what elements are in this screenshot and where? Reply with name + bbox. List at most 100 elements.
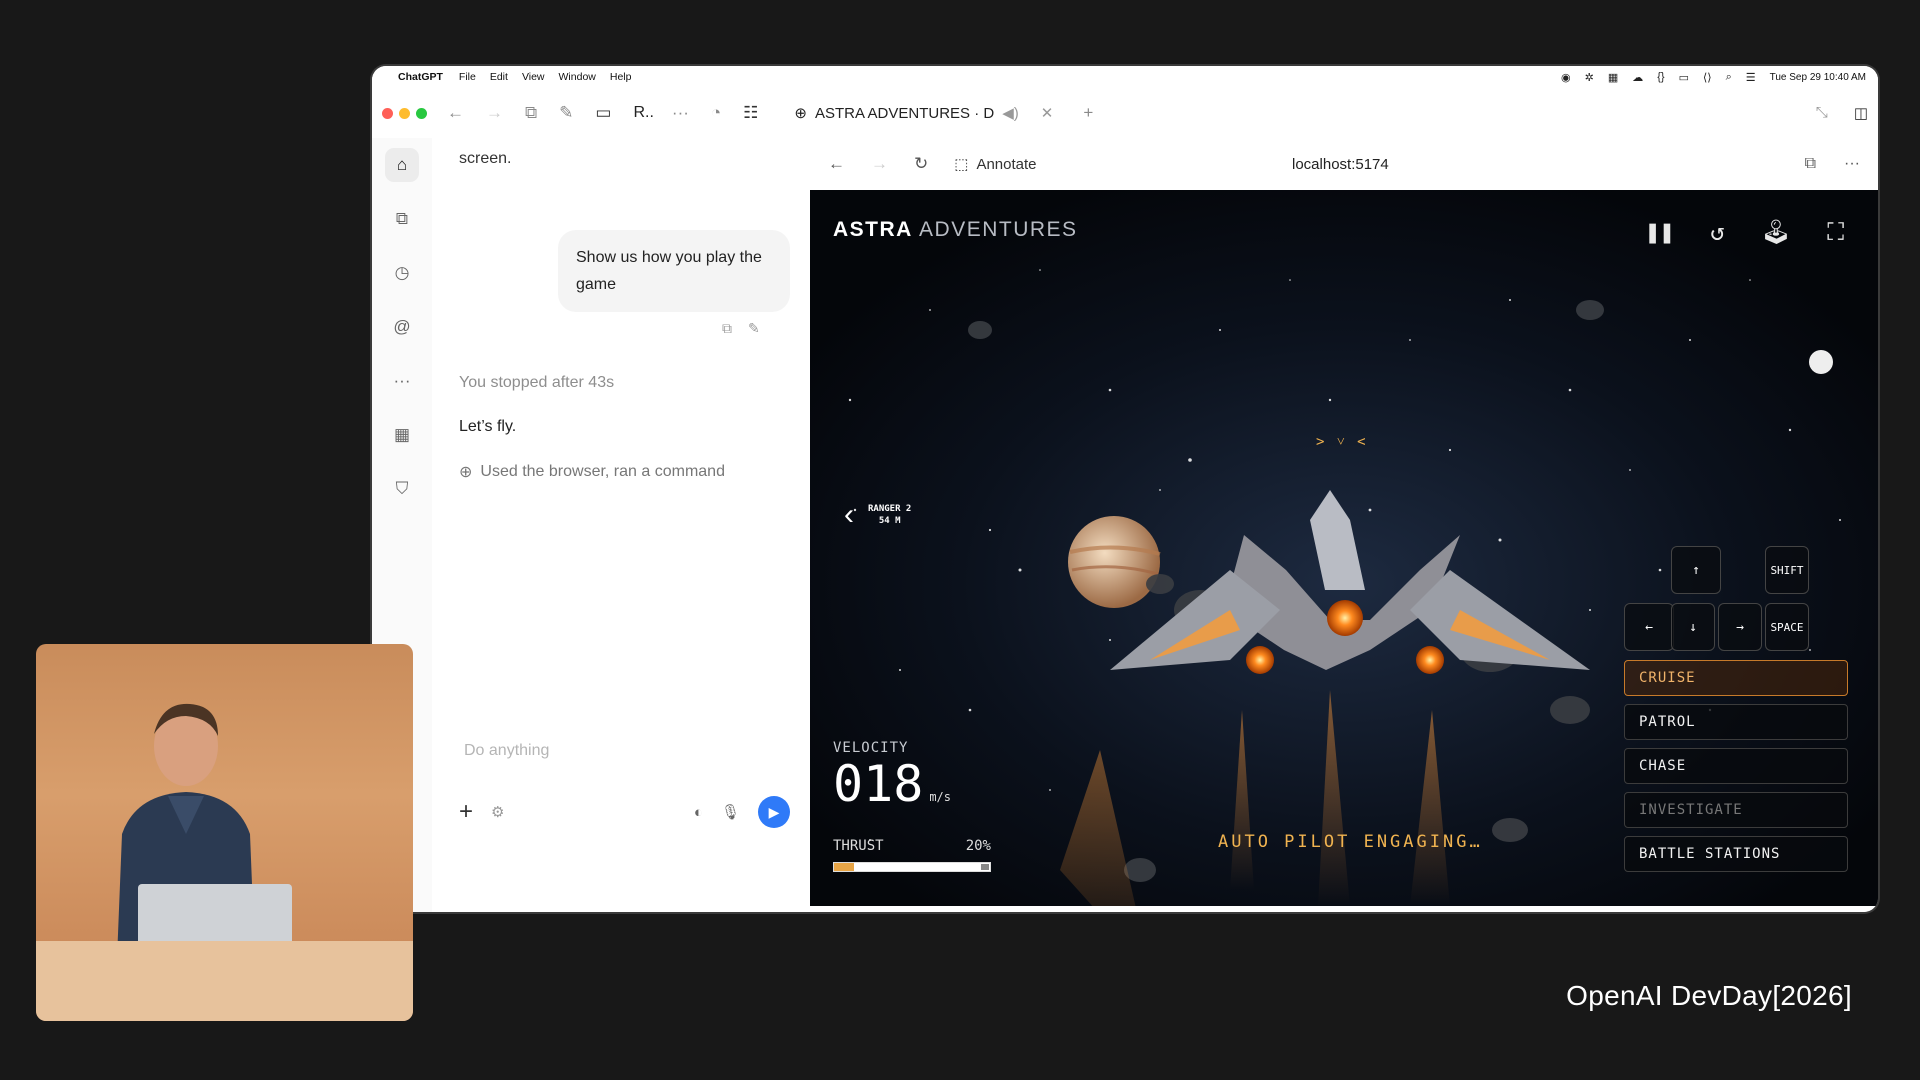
library-icon[interactable]: ⧉ — [385, 202, 419, 236]
pause-icon[interactable]: ❚❚ — [1645, 218, 1674, 246]
globe-icon: ⊕ — [794, 105, 807, 122]
grid-icon[interactable]: ▦ — [1608, 71, 1618, 84]
speaker-icon[interactable]: ◀) — [1002, 104, 1019, 122]
thrust-bar-fill — [834, 863, 855, 871]
key-shift[interactable]: SHIFT — [1765, 546, 1809, 594]
joystick-icon[interactable]: 🕹 — [1761, 218, 1791, 246]
prompt-input[interactable]: Do anything — [464, 742, 549, 760]
mode-cruise[interactable]: CRUISE — [1624, 660, 1848, 696]
key-up[interactable]: ↑ — [1671, 546, 1721, 594]
collapse-icon[interactable]: ⤡ — [1816, 104, 1828, 122]
code-icon[interactable]: ⟨⟩ — [1703, 71, 1712, 84]
annotate-icon: ⬚ — [954, 156, 969, 173]
browser-back-icon[interactable]: ← — [828, 154, 845, 174]
menu-file[interactable]: File — [459, 71, 476, 83]
minimize-window-button[interactable] — [399, 107, 410, 119]
apps-icon[interactable]: ▦ — [385, 418, 419, 452]
more-icon[interactable]: ··· — [672, 103, 689, 123]
zoom-window-button[interactable] — [416, 107, 427, 119]
settings-icon[interactable]: ⚙ — [491, 803, 504, 821]
mode-chase[interactable]: CHASE — [1624, 748, 1848, 784]
target-indicator[interactable]: ‹ RANGER 2 54 M — [844, 498, 911, 532]
tab-astra[interactable]: ⊕ ASTRA ADVENTURES · D ◀) ✕ — [794, 104, 1054, 123]
list-icon[interactable]: ☷ — [743, 103, 758, 123]
close-tab-icon[interactable]: ✕ — [1041, 104, 1054, 122]
tab-bar: ← → ⧉ ✎ ▭ R.. ··· ◔ ☷ ⊕ ASTRA ADVENTURES… — [372, 88, 1878, 138]
back-icon[interactable]: ← — [447, 103, 464, 123]
key-space[interactable]: SPACE — [1765, 603, 1809, 651]
thrust-bar[interactable] — [833, 862, 991, 872]
annotate-button[interactable]: ⬚ Annotate — [954, 155, 1037, 174]
globe-icon: ⊕ — [459, 464, 473, 481]
close-window-button[interactable] — [382, 107, 393, 119]
app-window: ChatGPT File Edit View Window Help ◉ ✲ ▦… — [372, 66, 1878, 912]
control-center-icon[interactable]: ☰ — [1746, 71, 1756, 84]
send-button[interactable]: ▶ — [758, 796, 790, 828]
share-icon[interactable]: ⧉ — [1805, 155, 1816, 173]
restart-icon[interactable]: ↺ — [1710, 218, 1724, 246]
key-right[interactable]: → — [1718, 603, 1762, 651]
game-title: ASTRA ADVENTURES — [833, 218, 1078, 242]
velocity-unit: m/s — [929, 790, 951, 804]
browser-navbar: ← → ↻ ⬚ Annotate localhost:5174 ⧉ ··· — [810, 138, 1878, 190]
mode-patrol[interactable]: PATROL — [1624, 704, 1848, 740]
autopilot-status: AUTO PILOT ENGAGING… — [1218, 832, 1483, 852]
reload-icon[interactable]: ↻ — [914, 154, 928, 174]
more-options-icon[interactable]: ··· — [1844, 155, 1860, 173]
openai-icon[interactable]: ✲ — [1585, 71, 1594, 84]
event-brand: OpenAI DevDay[2026] — [1566, 980, 1852, 1011]
home-icon[interactable]: ⌂ — [385, 148, 419, 182]
composer-toolbar: + ⚙ ◐ 🎙 ▶ — [459, 796, 790, 828]
velocity-label: VELOCITY — [833, 740, 909, 756]
history-icon[interactable]: ◷ — [385, 256, 419, 290]
target-name: RANGER 2 — [868, 504, 912, 514]
braces-icon[interactable]: {} — [1657, 71, 1664, 83]
tab-title: ASTRA ADVENTURES · D — [815, 104, 995, 122]
clock[interactable]: Tue Sep 29 10:40 AM — [1770, 72, 1866, 83]
user-message-bubble: Show us how you play the game — [558, 230, 790, 312]
game-toolbar: ❚❚ ↺ 🕹 ⛶ — [1645, 218, 1844, 246]
laptop — [138, 884, 292, 946]
menu-window[interactable]: Window — [559, 71, 596, 83]
record-icon[interactable]: ◉ — [1561, 71, 1571, 84]
moon — [1809, 350, 1833, 374]
mode-investigate[interactable]: INVESTIGATE — [1624, 792, 1848, 828]
battery-icon[interactable]: ▭ — [1679, 71, 1689, 84]
menu-view[interactable]: View — [522, 71, 545, 83]
folder-icon[interactable]: ▭ — [595, 103, 611, 123]
edit-icon[interactable]: ✎ — [748, 320, 760, 337]
menu-app-name[interactable]: ChatGPT — [398, 71, 443, 83]
compose-icon[interactable]: ✎ — [559, 103, 573, 123]
chevron-left-icon[interactable]: ‹ — [844, 498, 854, 532]
window-controls — [382, 107, 427, 119]
tool-use-summary[interactable]: ⊕ Used the browser, ran a command — [459, 462, 725, 482]
split-view-icon[interactable]: ◫ — [1854, 104, 1868, 122]
game-title-rest: ADVENTURES — [912, 218, 1078, 241]
more-icon[interactable]: ··· — [385, 364, 419, 398]
shield-icon[interactable]: ⛉ — [385, 472, 419, 506]
add-attachment-icon[interactable]: + — [459, 798, 473, 826]
fullscreen-icon[interactable]: ⛶ — [1827, 218, 1844, 246]
presenter-video — [36, 644, 413, 1021]
new-tab-icon[interactable]: + — [1083, 103, 1093, 123]
address-bar[interactable]: localhost:5174 — [1292, 156, 1389, 173]
speed-icon[interactable]: ◔ — [711, 103, 721, 123]
model-icon[interactable]: ◐ — [694, 804, 703, 821]
key-left[interactable]: ← — [1624, 603, 1674, 651]
menu-edit[interactable]: Edit — [490, 71, 508, 83]
new-window-icon[interactable]: ⧉ — [525, 103, 537, 123]
game-canvas[interactable]: ASTRA ADVENTURES ❚❚ ↺ 🕹 ⛶ > ˅ < ‹ RANGER… — [810, 190, 1878, 906]
cloud-icon[interactable]: ☁ — [1632, 71, 1643, 84]
mentions-icon[interactable]: @ — [385, 310, 419, 344]
thrust-bar-knob[interactable] — [981, 864, 989, 870]
copy-icon[interactable]: ⧉ — [722, 320, 732, 337]
key-down[interactable]: ↓ — [1671, 603, 1715, 651]
folder-label[interactable]: R.. — [633, 104, 653, 122]
forward-icon[interactable]: → — [486, 103, 503, 123]
browser-forward-icon[interactable]: → — [871, 154, 888, 174]
annotate-label: Annotate — [976, 155, 1037, 173]
microphone-icon[interactable]: 🎙 — [721, 803, 740, 821]
menu-help[interactable]: Help — [610, 71, 632, 83]
search-icon[interactable]: ⌕ — [1726, 71, 1732, 84]
mode-battle-stations[interactable]: BATTLE STATIONS — [1624, 836, 1848, 872]
